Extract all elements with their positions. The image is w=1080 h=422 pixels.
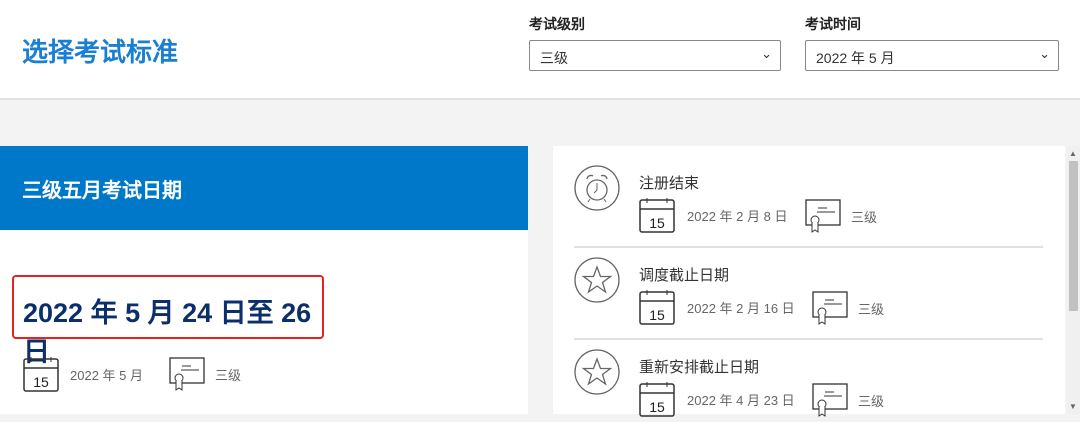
scrollbar-thumb[interactable] xyxy=(1069,161,1078,311)
svg-text:15: 15 xyxy=(649,399,665,415)
deadline-title: 调度截止日期 xyxy=(639,267,730,284)
deadline-date: 2022 年 2 月 16 日 xyxy=(687,300,795,316)
deadline-date: 2022 年 2 月 8 日 xyxy=(687,208,788,224)
exam-date-range: 2022 年 5 月 24 日至 26 日 xyxy=(12,275,324,367)
deadline-level: 三级 xyxy=(812,291,884,325)
level-select[interactable]: 三级 ⌄ xyxy=(529,40,781,71)
certificate-icon xyxy=(169,357,205,391)
svg-text:15: 15 xyxy=(33,374,49,390)
star-icon xyxy=(574,349,620,395)
deadline-level: 三级 xyxy=(805,199,877,233)
page-title: 选择考试标准 xyxy=(22,37,179,67)
deadline-item: 调度截止日期 15 2022 年 2 月 16 日 三级 xyxy=(553,238,1065,340)
deadline-level: 三级 xyxy=(812,383,884,417)
svg-text:15: 15 xyxy=(649,307,665,323)
deadline-meta: 15 2022 年 2 月 8 日 xyxy=(639,197,787,233)
month-text: 2022 年 5 月 xyxy=(70,367,143,383)
level-value: 三级 xyxy=(540,50,568,66)
deadline-item: 重新安排截止日期 15 2022 年 4 月 23 日 三级 xyxy=(553,330,1065,422)
level-text: 三级 xyxy=(858,301,885,317)
time-value: 2022 年 5 月 xyxy=(816,50,895,66)
exam-banner: 三级五月考试日期 xyxy=(0,146,528,230)
star-icon xyxy=(574,257,620,303)
time-select[interactable]: 2022 年 5 月 ⌄ xyxy=(805,40,1059,71)
exam-date-card: 2022 年 5 月 24 日至 26 日 15 2022 年 5 月 三级 xyxy=(0,230,528,414)
calendar-icon: 15 xyxy=(23,357,59,392)
exam-month: 15 2022 年 5 月 三级 xyxy=(23,356,241,392)
calendar-icon: 15 xyxy=(639,382,675,417)
svg-text:15: 15 xyxy=(649,215,665,231)
level-text: 三级 xyxy=(851,209,878,225)
deadline-meta: 15 2022 年 4 月 23 日 xyxy=(639,381,795,417)
deadline-item: 注册结束 15 2022 年 2 月 8 日 三级 xyxy=(553,146,1065,248)
certificate-icon xyxy=(812,383,848,417)
time-label: 考试时间 xyxy=(805,16,861,32)
deadline-list: 注册结束 15 2022 年 2 月 8 日 三级 调度截止日期 15 2022… xyxy=(553,146,1065,417)
chevron-down-icon: ⌄ xyxy=(761,46,772,61)
deadline-title: 重新安排截止日期 xyxy=(639,359,760,376)
deadline-title: 注册结束 xyxy=(639,175,700,192)
certificate-icon xyxy=(812,291,848,325)
calendar-icon: 15 xyxy=(639,198,675,233)
certificate-icon xyxy=(805,199,841,233)
calendar-icon: 15 xyxy=(639,290,675,325)
deadline-date: 2022 年 4 月 23 日 xyxy=(687,392,795,408)
level-text: 三级 xyxy=(858,393,885,409)
scrollbar[interactable]: ▲ ▼ xyxy=(1067,146,1080,414)
chevron-down-icon: ⌄ xyxy=(1039,46,1050,61)
header: 选择考试标准 考试级别 三级 ⌄ 考试时间 2022 年 5 月 ⌄ xyxy=(0,0,1080,100)
alarm-clock-icon xyxy=(574,165,620,211)
level-label: 考试级别 xyxy=(529,16,585,32)
deadline-meta: 15 2022 年 2 月 16 日 xyxy=(639,289,795,325)
level-text: 三级 xyxy=(215,367,242,383)
